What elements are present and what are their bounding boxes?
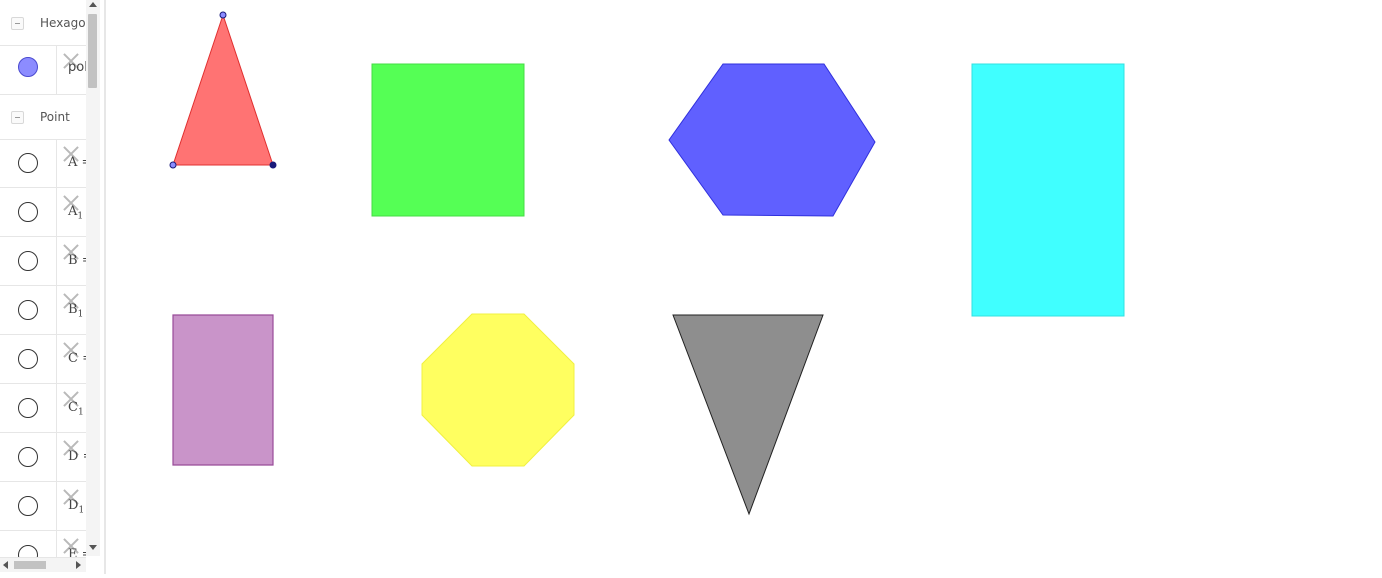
point-name: C — [68, 351, 78, 366]
algebra-row-polygon[interactable]: pol — [0, 46, 86, 95]
vertical-scrollbar[interactable] — [86, 0, 100, 556]
row-text: E = — [68, 547, 86, 558]
point-name: A — [68, 155, 78, 170]
algebra-row-point[interactable]: E = — [0, 531, 86, 558]
row-separator — [56, 188, 57, 236]
point-handle[interactable] — [269, 161, 277, 169]
algebra-row-point[interactable]: B = — [0, 237, 86, 286]
row-separator — [56, 531, 57, 557]
visibility-toggle-icon[interactable] — [18, 300, 38, 320]
visibility-toggle-icon[interactable] — [18, 398, 38, 418]
row-text: pol — [68, 60, 86, 75]
point-name: D — [68, 498, 79, 513]
point-handle[interactable] — [219, 11, 227, 19]
triangle[interactable] — [172, 13, 274, 166]
graphics-canvas[interactable] — [106, 0, 1382, 574]
visibility-toggle-icon[interactable] — [18, 202, 38, 222]
point-name: E — [68, 547, 78, 558]
algebra-row-point[interactable]: C1 — [0, 384, 86, 433]
point-subscript: 1 — [77, 407, 84, 418]
row-text: D1 — [68, 498, 84, 516]
visibility-toggle-icon[interactable] — [18, 153, 38, 173]
group-header-point[interactable]: Point — [0, 94, 86, 140]
point-subscript: 1 — [78, 505, 85, 516]
collapse-icon[interactable] — [11, 17, 24, 30]
row-separator — [56, 433, 57, 481]
row-separator — [56, 46, 57, 94]
horizontal-scrollbar[interactable] — [0, 558, 86, 572]
algebra-row-point[interactable]: B1 — [0, 286, 86, 335]
row-separator — [56, 384, 57, 432]
scroll-down-arrow-icon[interactable] — [89, 545, 97, 550]
algebra-row-point[interactable]: A = — [0, 139, 86, 188]
point-subscript: 1 — [77, 211, 84, 222]
hexagon[interactable] — [668, 63, 876, 217]
row-text: B1 — [68, 302, 83, 320]
row-text: B = — [68, 253, 86, 268]
visibility-toggle-icon[interactable] — [18, 447, 38, 467]
collapse-icon[interactable] — [11, 111, 24, 124]
point-suffix: = — [78, 253, 86, 268]
scrollbar-thumb[interactable] — [88, 14, 97, 88]
algebra-row-point[interactable]: D = — [0, 433, 86, 482]
row-text: C = — [68, 351, 86, 366]
point-name: C — [68, 400, 78, 415]
algebra-row-point[interactable]: C = — [0, 335, 86, 384]
point-name: B — [68, 302, 78, 317]
inverted-triangle[interactable] — [672, 314, 824, 516]
scroll-left-arrow-icon[interactable] — [3, 561, 8, 569]
group-label: Point — [40, 110, 70, 124]
row-separator — [56, 237, 57, 285]
row-separator — [56, 335, 57, 383]
square[interactable] — [371, 63, 525, 217]
row-separator — [56, 139, 57, 187]
point-name: D — [68, 449, 79, 464]
visibility-toggle-icon[interactable] — [18, 496, 38, 516]
purple-rectangle[interactable] — [172, 314, 274, 466]
row-separator — [56, 286, 57, 334]
scroll-up-arrow-icon[interactable] — [89, 2, 97, 7]
scrollbar-thumb[interactable] — [14, 561, 46, 569]
point-suffix: = — [78, 351, 86, 366]
point-suffix: = — [77, 155, 86, 170]
group-header-hexagon[interactable]: Hexagon — [0, 0, 93, 46]
point-name: A — [68, 204, 78, 219]
scroll-right-arrow-icon[interactable] — [76, 561, 81, 569]
octagon[interactable] — [421, 313, 575, 467]
algebra-row-point[interactable]: D1 — [0, 482, 86, 531]
visibility-toggle-icon[interactable] — [18, 57, 38, 77]
point-suffix: = — [78, 449, 86, 464]
graphics-view[interactable] — [106, 0, 1382, 574]
visibility-toggle-icon[interactable] — [18, 349, 38, 369]
row-text: C1 — [68, 400, 84, 418]
point-suffix: = — [78, 547, 86, 557]
row-text: D = — [68, 449, 86, 464]
row-text: A = — [68, 155, 86, 170]
row-separator — [56, 482, 57, 530]
point-name: B — [68, 253, 78, 268]
row-text: A1 — [68, 204, 83, 222]
visibility-toggle-icon[interactable] — [18, 545, 38, 557]
algebra-view: Hexagon pol Point A = A1 B = B1 — [0, 0, 100, 574]
rectangle[interactable] — [971, 63, 1125, 317]
algebra-row-point[interactable]: A1 — [0, 188, 86, 237]
point-handle[interactable] — [169, 161, 177, 169]
point-subscript: 1 — [77, 309, 84, 320]
visibility-toggle-icon[interactable] — [18, 251, 38, 271]
